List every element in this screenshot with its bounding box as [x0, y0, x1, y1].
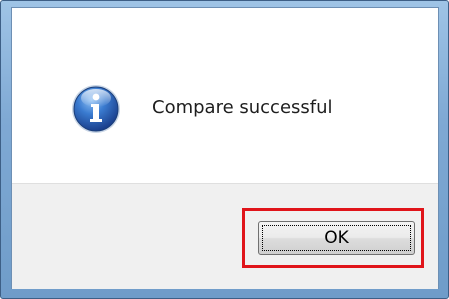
- dialog-message: Compare successful: [152, 97, 333, 118]
- dialog-client-area: Compare successful OK: [11, 7, 439, 289]
- dialog-window-frame: Compare successful OK: [0, 0, 449, 299]
- information-icon: [70, 83, 122, 135]
- dialog-button-bar: OK: [12, 183, 438, 289]
- dialog-content: Compare successful: [12, 8, 438, 183]
- ok-button[interactable]: OK: [258, 221, 415, 255]
- ok-button-label: OK: [324, 228, 349, 248]
